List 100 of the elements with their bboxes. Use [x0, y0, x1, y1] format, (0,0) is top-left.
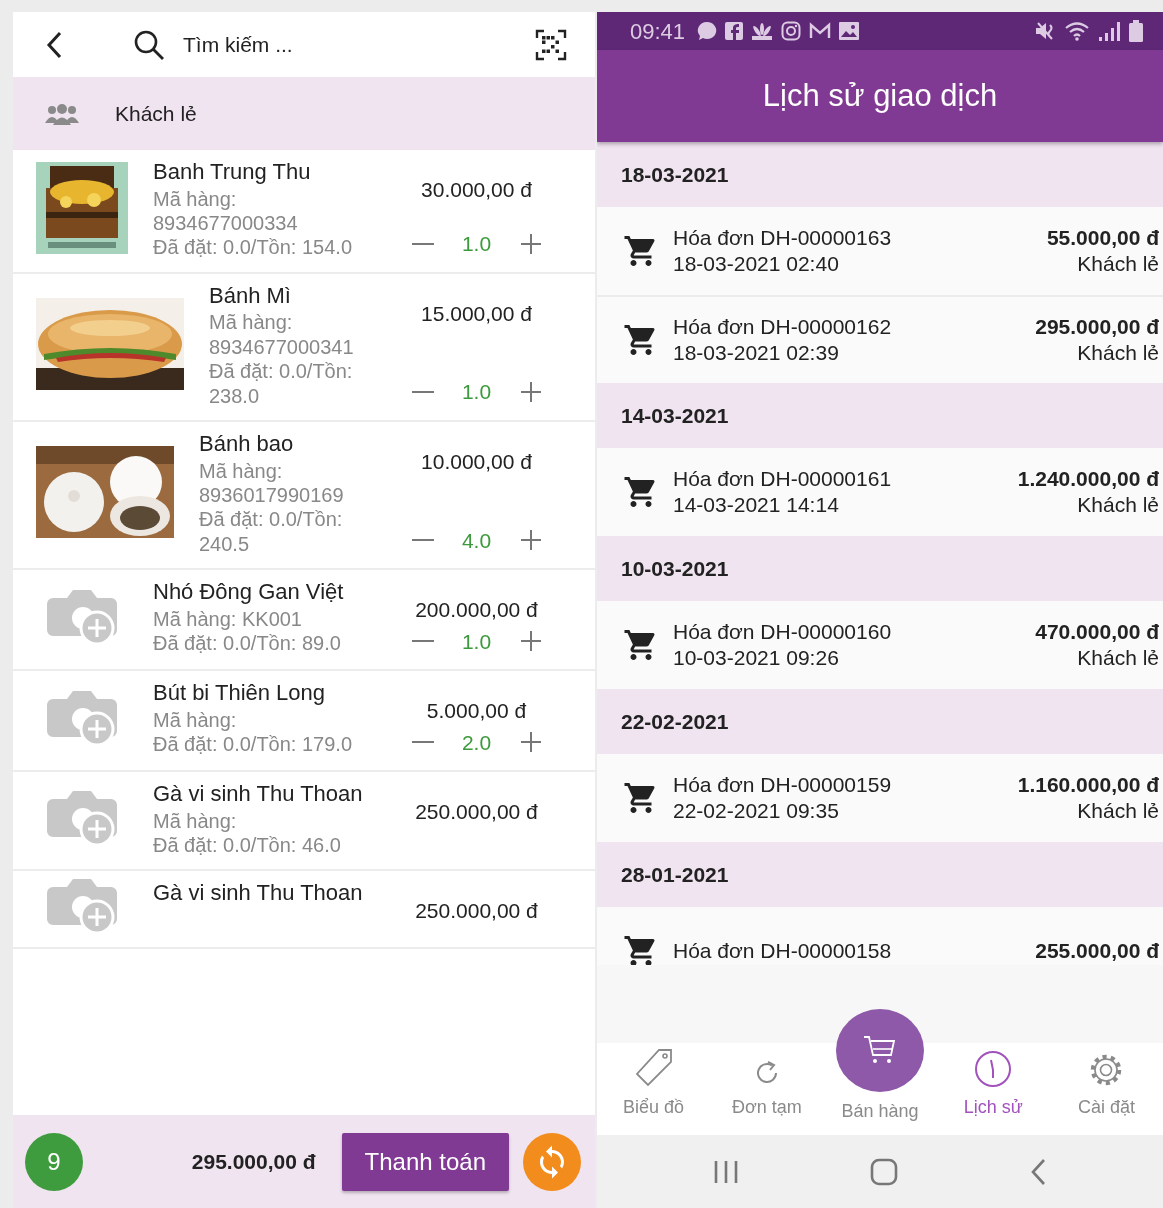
- invoice-number: Hóa đơn DH-00000162: [673, 313, 893, 340]
- home-button[interactable]: [870, 1157, 898, 1186]
- product-name: Bánh Mì: [209, 281, 292, 310]
- product-code: Mã hàng: 8934677000334: [153, 186, 299, 236]
- clock-time: 09:41: [630, 17, 686, 46]
- nav-tab[interactable]: Đơn tạm: [710, 1043, 824, 1135]
- refresh-button[interactable]: [523, 1132, 581, 1191]
- invoice-number: Hóa đơn DH-00000160: [673, 618, 893, 645]
- tag-icon: [633, 1048, 674, 1088]
- camera-add-icon: [47, 587, 117, 646]
- date-header: 22-02-2021: [597, 689, 1163, 754]
- invoice-number: Hóa đơn DH-00000161: [673, 465, 893, 492]
- stock-info: Đã đặt: 0.0/Tồn: 46.0: [153, 833, 342, 858]
- product-price: 30.000,00 đ: [421, 177, 532, 203]
- product-code: Mã hàng: 8934677000341: [209, 310, 355, 360]
- invoice-number: Hóa đơn DH-00000158: [673, 937, 893, 964]
- invoice-number: Hóa đơn DH-00000159: [673, 771, 893, 798]
- qr-scan-icon: [535, 28, 567, 61]
- minus-icon: [411, 741, 434, 744]
- customer-name: Khách lẻ: [1076, 492, 1159, 518]
- quantity-value[interactable]: 1.0: [445, 228, 508, 260]
- item-count-badge: 9: [25, 1132, 83, 1191]
- date-header: 18-03-2021: [597, 142, 1163, 207]
- minus-icon: [411, 640, 434, 643]
- product-code: Mã hàng:: [153, 808, 238, 834]
- product-name: Gà vi sinh Thu Thoan: [153, 780, 364, 809]
- search-icon: [133, 28, 165, 61]
- stock-info: Đã đặt: 0.0/Tồn: 179.0: [153, 732, 354, 757]
- nav-tab[interactable]: Lịch sử: [936, 1043, 1050, 1135]
- product-name: Bánh bao: [199, 429, 295, 458]
- home-icon: [870, 1157, 898, 1186]
- recent-apps-button[interactable]: [712, 1158, 739, 1185]
- product-code: Mã hàng: 8936017990169: [199, 458, 345, 508]
- product-name: Gà vi sinh Thu Thoan: [153, 879, 364, 908]
- product-price: 200.000,00 đ: [415, 597, 538, 624]
- search-field[interactable]: Tìm kiếm ...: [165, 28, 535, 61]
- qr-scan-button[interactable]: [535, 28, 567, 61]
- battery-icon: [1129, 20, 1143, 42]
- customer-name: Khách lẻ: [1076, 798, 1159, 824]
- date-header: 10-03-2021: [597, 536, 1163, 601]
- transaction-amount: 470.000,00 đ: [1035, 618, 1159, 645]
- product-code: Mã hàng: KK001: [153, 606, 303, 632]
- nav-tab[interactable]: Bán hàng: [823, 1009, 937, 1135]
- minus-icon: [411, 539, 434, 542]
- product-price: 250.000,00 đ: [415, 898, 538, 925]
- product-code: Mã hàng:: [153, 707, 238, 733]
- product-name: Bút bi Thiên Long: [153, 679, 327, 708]
- recents-icon: [712, 1158, 739, 1185]
- customer-name[interactable]: Khách lẻ: [115, 97, 197, 130]
- mail-icon: [809, 22, 832, 40]
- transaction-amount: 255.000,00 đ: [1035, 937, 1159, 964]
- transaction-time: 10-03-2021 09:26: [673, 645, 840, 671]
- camera-add-icon: [47, 788, 117, 847]
- product-name: Nhó Đông Gan Việt: [153, 578, 345, 607]
- wifi-icon: [1065, 21, 1091, 41]
- camera-add-icon: [47, 688, 117, 747]
- transaction-time: 14-03-2021 14:14: [673, 492, 840, 518]
- stock-info: Đã đặt: 0.0/Tồn: 240.5: [199, 507, 344, 557]
- camera-icon: [781, 21, 802, 41]
- transaction-time: 18-03-2021 02:39: [673, 340, 840, 366]
- invoice-number: Hóa đơn DH-00000163: [673, 224, 893, 251]
- transaction-amount: 1.160.000,00 đ: [1017, 771, 1159, 798]
- minus-icon: [411, 243, 434, 245]
- quantity-value[interactable]: 2.0: [445, 726, 508, 759]
- transaction-time: 18-03-2021 02:40: [673, 251, 840, 277]
- transaction-amount: 1.240.000,00 đ: [1017, 465, 1159, 492]
- stock-info: Đã đặt: 0.0/Tồn: 238.0: [209, 359, 354, 408]
- product-price: 10.000,00 đ: [421, 448, 532, 475]
- quantity-value[interactable]: 1.0: [445, 376, 508, 408]
- total-amount: 295.000,00 đ: [191, 1148, 316, 1175]
- plus-icon: [519, 731, 542, 754]
- stock-info: Đã đặt: 0.0/Tồn: 154.0: [153, 235, 354, 260]
- nav-tab[interactable]: Cài đặt: [1049, 1043, 1163, 1135]
- people-icon: [45, 102, 79, 125]
- customer-name: Khách lẻ: [1076, 340, 1159, 366]
- quantity-value[interactable]: 4.0: [445, 524, 508, 557]
- product-price: 5.000,00 đ: [426, 698, 527, 725]
- clock-icon: [974, 1050, 1013, 1088]
- image-icon: [839, 22, 860, 40]
- pay-button[interactable]: Thanh toán: [341, 1132, 509, 1191]
- customer-name: Khách lẻ: [1076, 645, 1159, 671]
- nav-tab[interactable]: Biểu đồ: [597, 1043, 711, 1135]
- product-price: 15.000,00 đ: [421, 300, 532, 327]
- plus-icon: [519, 529, 542, 552]
- date-header: 28-01-2021: [597, 842, 1163, 907]
- signal-icon: [1099, 21, 1121, 41]
- screen-title: Lịch sử giao dịch: [762, 77, 998, 115]
- app-icon: [725, 22, 744, 40]
- transaction-amount: 295.000,00 đ: [1035, 313, 1159, 340]
- transaction-amount: 55.000,00 đ: [1046, 224, 1159, 251]
- plus-icon: [519, 381, 542, 404]
- product-name: Banh Trung Thu: [153, 158, 312, 186]
- stock-info: Đã đặt: 0.0/Tồn: 89.0: [153, 631, 342, 656]
- minus-icon: [411, 391, 434, 394]
- flower-icon: [751, 22, 774, 40]
- customer-name: Khách lẻ: [1076, 251, 1159, 277]
- back-icon: [1029, 1157, 1048, 1186]
- quantity-value[interactable]: 1.0: [445, 625, 508, 658]
- transaction-time: 22-02-2021 09:35: [673, 798, 840, 824]
- chat-bubble-icon: [697, 21, 718, 41]
